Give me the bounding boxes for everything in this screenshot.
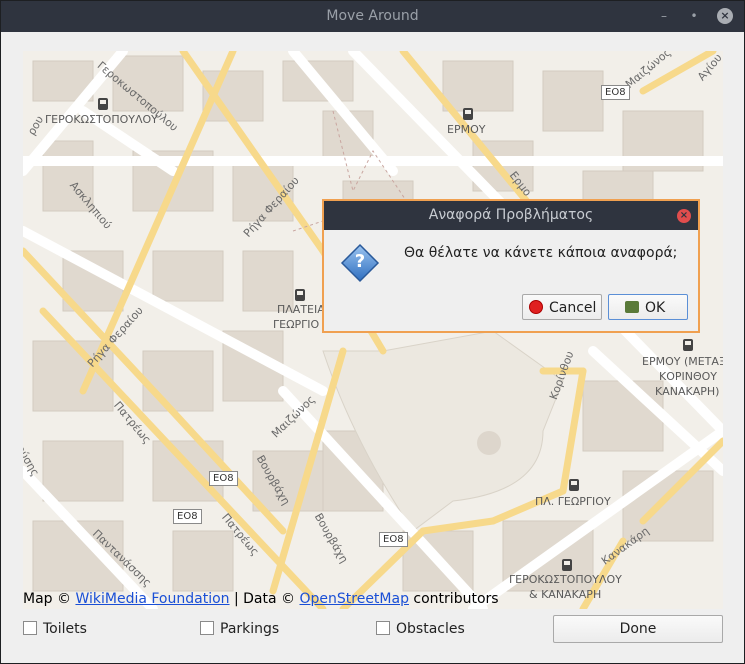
dialog-message: Θα θέλατε να κάνετε κάποια αναφορά; — [404, 245, 678, 261]
ok-icon — [625, 301, 639, 313]
checkbox-box[interactable] — [23, 621, 37, 635]
dialog-title: Αναφορά Προβλήματος — [428, 207, 594, 223]
stop-label: ΕΡΜΟΥ (ΜΕΤΑΞ — [642, 355, 723, 368]
stop-label: ΚΟΡΙΝΘΟΥ — [659, 370, 718, 383]
maximize-icon[interactable]: • — [687, 9, 701, 23]
stop-label: ΓΕΡΟΚΩΣΤΟΠΟΥΛΟΥ — [45, 113, 158, 126]
app-window: Move Around – • × ΓΕΡΟΚΩΣΤΟΠΟΥΛΟΥ ΕΡΜΟΥ … — [0, 0, 745, 664]
route-shield: ΕΟ8 — [209, 471, 238, 486]
route-shield: ΕΟ8 — [173, 509, 202, 524]
bus-stop-icon[interactable] — [463, 108, 473, 120]
toilets-label: Toilets — [43, 621, 87, 637]
route-shield: ΕΟ8 — [601, 85, 630, 100]
stop-label: ΕΡΜΟΥ — [447, 123, 486, 136]
window-titlebar[interactable]: Move Around – • × — [1, 1, 744, 32]
bus-stop-icon[interactable] — [683, 339, 693, 351]
stop-label: ΓΕΡΟΚΩΣΤΟΠΟΥΛΟΥ — [509, 573, 622, 586]
ok-button[interactable]: OK — [608, 294, 688, 320]
attribution-suffix: contributors — [413, 591, 499, 607]
bus-stop-icon[interactable] — [295, 289, 305, 301]
report-dialog: Αναφορά Προβλήματος × ? Θα θέλατε να κάν… — [322, 199, 700, 333]
map-attribution: Map © WikiMedia Foundation | Data © Open… — [23, 591, 499, 607]
cancel-label: Cancel — [549, 300, 597, 316]
ok-label: OK — [645, 300, 666, 316]
obstacles-label: Obstacles — [396, 621, 465, 637]
question-glyph: ? — [354, 251, 366, 272]
stop-label: ΠΛΑΤΕΙΑ — [277, 303, 325, 316]
cancel-icon — [529, 300, 543, 314]
wikimedia-link[interactable]: WikiMedia Foundation — [75, 591, 229, 607]
window-title: Move Around — [326, 8, 419, 24]
close-icon[interactable]: × — [717, 8, 733, 24]
bus-stop-icon[interactable] — [569, 479, 579, 491]
bus-stop-icon[interactable] — [98, 98, 108, 110]
done-button[interactable]: Done — [553, 615, 723, 643]
dialog-titlebar[interactable]: Αναφορά Προβλήματος × — [324, 201, 698, 230]
parkings-label: Parkings — [220, 621, 280, 637]
cancel-button[interactable]: Cancel — [522, 294, 602, 320]
bus-stop-icon[interactable] — [562, 559, 572, 571]
obstacles-checkbox[interactable]: Obstacles — [376, 621, 465, 637]
stop-label: & ΚΑΝΑΚΑΡΗ — [529, 588, 602, 601]
openstreetmap-link[interactable]: OpenStreetMap — [299, 591, 408, 607]
toilets-checkbox[interactable]: Toilets — [23, 621, 87, 637]
attribution-mid: | Data © — [233, 591, 296, 607]
attribution-prefix: Map © — [23, 591, 71, 607]
stop-label: ΠΛ. ΓΕΩΡΓΙΟΥ — [535, 495, 611, 508]
dialog-close-icon[interactable]: × — [677, 209, 691, 223]
stop-label: ΓΕΩΡΓΙΟ — [273, 318, 320, 331]
checkbox-box[interactable] — [376, 621, 390, 635]
stop-label: ΚΑΝΑΚΑΡΗ) — [655, 385, 720, 398]
minimize-icon[interactable]: – — [657, 9, 671, 23]
parkings-checkbox[interactable]: Parkings — [200, 621, 279, 637]
route-shield: ΕΟ8 — [379, 532, 408, 547]
checkbox-box[interactable] — [200, 621, 214, 635]
